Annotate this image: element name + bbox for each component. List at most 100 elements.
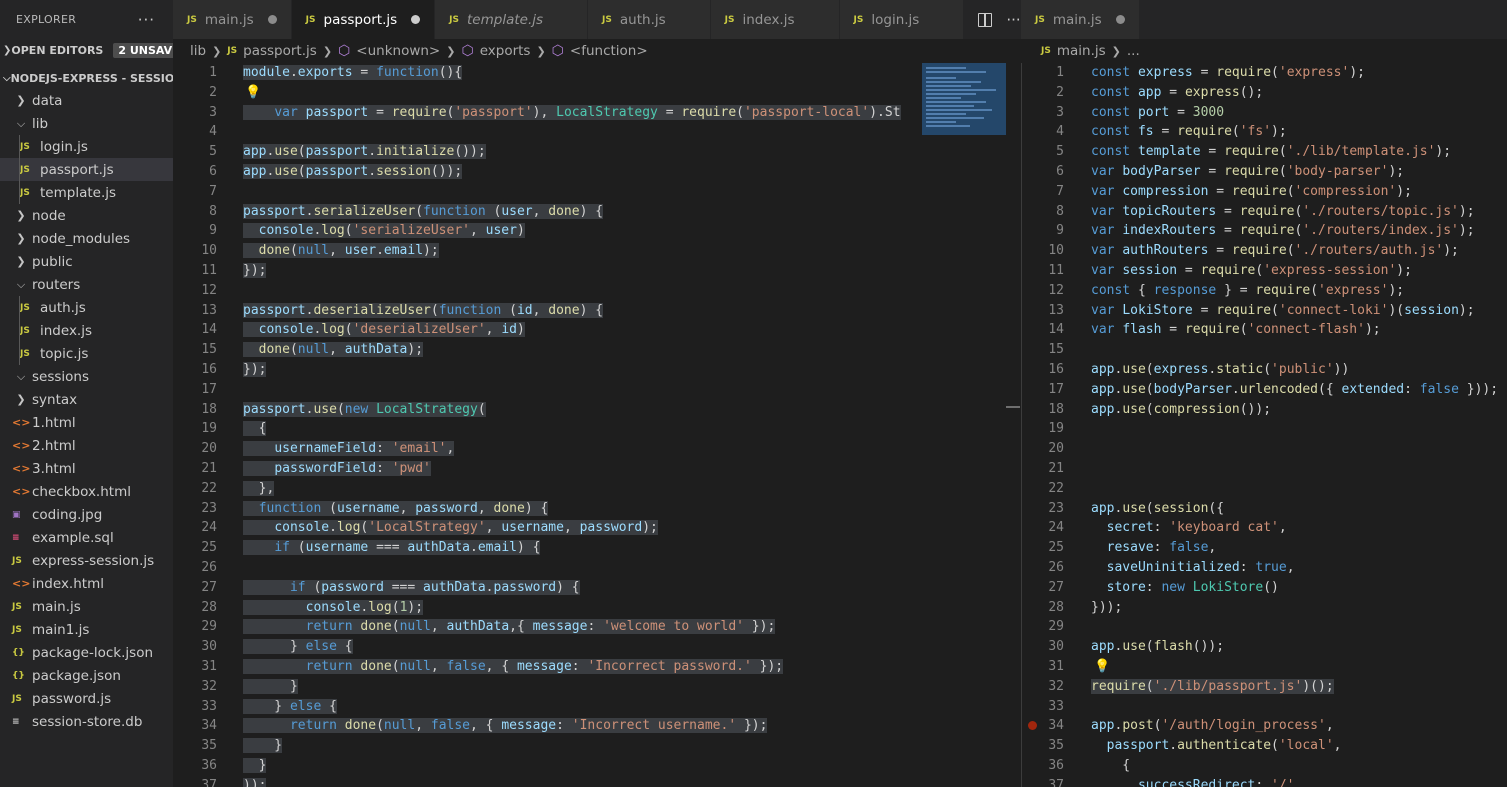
code-line[interactable]: }: [243, 756, 267, 776]
code-line[interactable]: require('./lib/passport.js')();: [1091, 677, 1334, 697]
tab-template-js[interactable]: JS template.js: [435, 0, 589, 39]
code-line[interactable]: if (username === authData.email) {: [243, 538, 541, 558]
code-line[interactable]: passport.use(new LocalStrategy(: [243, 400, 486, 420]
editor-main-js[interactable]: 1 const express = require('express'); 2 con…: [1021, 63, 1507, 787]
breadcrumb-item[interactable]: <unknown>: [356, 43, 440, 59]
code-line[interactable]: return done(null, authData,{ message: 'w…: [243, 617, 776, 637]
code-line[interactable]: const app = express();: [1091, 83, 1263, 103]
code-line[interactable]: const express = require('express');: [1091, 63, 1365, 83]
code-line[interactable]: done(null, authData);: [243, 340, 424, 360]
scrollbar-marker[interactable]: [1006, 406, 1020, 408]
breadcrumb-item[interactable]: main.js: [1057, 43, 1106, 59]
code-line[interactable]: var compression = require('compression')…: [1091, 182, 1412, 202]
code-line[interactable]: console.log('LocalStrategy', username, p…: [243, 518, 658, 538]
code-line[interactable]: var passport = require('passport'), Loca…: [243, 103, 901, 123]
breadcrumb-item[interactable]: <function>: [570, 43, 648, 59]
tree-item-template-js[interactable]: JS template.js: [0, 181, 173, 204]
open-editors-section[interactable]: ❯ OPEN EDITORS 2 UNSAVED: [0, 39, 173, 61]
tree-item-coding-jpg[interactable]: ▣ coding.jpg: [0, 503, 173, 526]
code-line[interactable]: } else {: [243, 637, 353, 657]
lightbulb-icon[interactable]: 💡: [1094, 657, 1110, 677]
code-line[interactable]: function (username, password, done) {: [243, 499, 549, 519]
tree-item-index-js[interactable]: JS index.js: [0, 319, 173, 342]
tree-item-auth-js[interactable]: JS auth.js: [0, 296, 173, 319]
code-line[interactable]: return done(null, false, { message: 'Inc…: [243, 657, 784, 677]
code-line[interactable]: }: [243, 677, 298, 697]
code-line[interactable]: saveUninitialized: true,: [1091, 558, 1295, 578]
tree-item-passport-js[interactable]: JS passport.js: [0, 158, 173, 181]
code-line[interactable]: var topicRouters = require('./routers/to…: [1091, 202, 1475, 222]
code-line[interactable]: var indexRouters = require('./routers/in…: [1091, 221, 1475, 241]
tree-item-session-store-db[interactable]: ≡ session-store.db: [0, 710, 173, 733]
code-line[interactable]: const port = 3000: [1091, 103, 1224, 123]
code-line[interactable]: const fs = require('fs');: [1091, 122, 1287, 142]
code-line[interactable]: app.use(compression());: [1091, 400, 1271, 420]
tree-item-sessions[interactable]: ⌵ sessions: [0, 365, 173, 388]
tree-item-2-html[interactable]: <> 2.html: [0, 434, 173, 457]
code-line[interactable]: var bodyParser = require('body-parser');: [1091, 162, 1404, 182]
code-line[interactable]: app.use(passport.session());: [243, 162, 463, 182]
code-line[interactable]: if (password === authData.password) {: [243, 578, 580, 598]
tree-item-checkbox-html[interactable]: <> checkbox.html: [0, 480, 173, 503]
code-line[interactable]: var LokiStore = require('connect-loki')(…: [1091, 301, 1475, 321]
code-line[interactable]: store: new LokiStore(): [1091, 578, 1279, 598]
code-line[interactable]: resave: false,: [1091, 538, 1217, 558]
code-line[interactable]: usernameField: 'email',: [243, 439, 455, 459]
tree-item-login-js[interactable]: JS login.js: [0, 135, 173, 158]
tab-index-js[interactable]: JS index.js: [710, 0, 840, 39]
editor-passport-js[interactable]: 1 module.exports = function(){2 3 var pass…: [173, 63, 1021, 787]
tab-login-js[interactable]: JS login.js: [839, 0, 965, 39]
code-line[interactable]: app.use(express.static('public')): [1091, 360, 1349, 380]
code-line[interactable]: const template = require('./lib/template…: [1091, 142, 1451, 162]
tree-item-node-modules[interactable]: ❯ node_modules: [0, 227, 173, 250]
code-line[interactable]: app.use(session({: [1091, 499, 1224, 519]
tree-item-node[interactable]: ❯ node: [0, 204, 173, 227]
unsaved-dot-icon[interactable]: [411, 15, 421, 24]
code-line[interactable]: {: [243, 419, 267, 439]
project-section[interactable]: ⌵ NODEJS-EXPRESS - SESSIO...: [0, 67, 173, 89]
editor-more-icon[interactable]: ···: [1006, 11, 1020, 29]
code-line[interactable]: } else {: [243, 697, 337, 717]
code-line[interactable]: passport.authenticate('local',: [1091, 736, 1342, 756]
code-line[interactable]: });: [243, 360, 267, 380]
tree-item-index-html[interactable]: <> index.html: [0, 572, 173, 595]
breadcrumb-item[interactable]: ...: [1127, 43, 1140, 59]
tab-main-js[interactable]: JS main.js: [173, 0, 292, 39]
tree-item-lib[interactable]: ⌵ lib: [0, 112, 173, 135]
breadcrumb-item[interactable]: passport.js: [243, 43, 317, 59]
tree-item-express-session-js[interactable]: JS express-session.js: [0, 549, 173, 572]
code-line[interactable]: var flash = require('connect-flash');: [1091, 320, 1381, 340]
unsaved-dot-icon[interactable]: [267, 15, 277, 24]
tree-item-3-html[interactable]: <> 3.html: [0, 457, 173, 480]
code-line[interactable]: app.use(flash());: [1091, 637, 1224, 657]
tree-item-data[interactable]: ❯ data: [0, 89, 173, 112]
code-line[interactable]: {: [1091, 756, 1130, 776]
code-line[interactable]: module.exports = function(){: [243, 63, 463, 83]
tab-passport-js[interactable]: JS passport.js: [291, 0, 436, 39]
tree-item-topic-js[interactable]: JS topic.js: [0, 342, 173, 365]
code-line[interactable]: console.log('serializeUser', user): [243, 221, 525, 241]
tree-item-package-json[interactable]: {} package.json: [0, 664, 173, 687]
tree-item-main-js[interactable]: JS main.js: [0, 595, 173, 618]
explorer-more-icon[interactable]: ···: [138, 11, 155, 29]
code-line[interactable]: passport.deserializeUser(function (id, d…: [243, 301, 604, 321]
code-line[interactable]: var authRouters = require('./routers/aut…: [1091, 241, 1459, 261]
code-line[interactable]: app.use(bodyParser.urlencoded({ extended…: [1091, 380, 1498, 400]
code-line[interactable]: });: [243, 261, 267, 281]
breadcrumb-item[interactable]: lib: [190, 43, 206, 59]
tree-item-syntax[interactable]: ❯ syntax: [0, 388, 173, 411]
tree-item-routers[interactable]: ⌵ routers: [0, 273, 173, 296]
unsaved-dot-icon[interactable]: [1115, 15, 1125, 24]
minimap[interactable]: [922, 63, 1006, 135]
code-line[interactable]: const { response } = require('express');: [1091, 281, 1404, 301]
tree-item-main1-js[interactable]: JS main1.js: [0, 618, 173, 641]
code-line[interactable]: done(null, user.email);: [243, 241, 439, 261]
code-line[interactable]: console.log('deserializeUser', id): [243, 320, 525, 340]
tab-auth-js[interactable]: JS auth.js: [588, 0, 711, 39]
code-line[interactable]: return done(null, false, { message: 'Inc…: [243, 716, 768, 736]
code-line[interactable]: },: [243, 479, 275, 499]
code-line[interactable]: }));: [1091, 598, 1122, 618]
code-line[interactable]: var session = require('express-session')…: [1091, 261, 1412, 281]
code-line[interactable]: secret: 'keyboard cat',: [1091, 518, 1287, 538]
lightbulb-icon[interactable]: 💡: [245, 83, 261, 103]
